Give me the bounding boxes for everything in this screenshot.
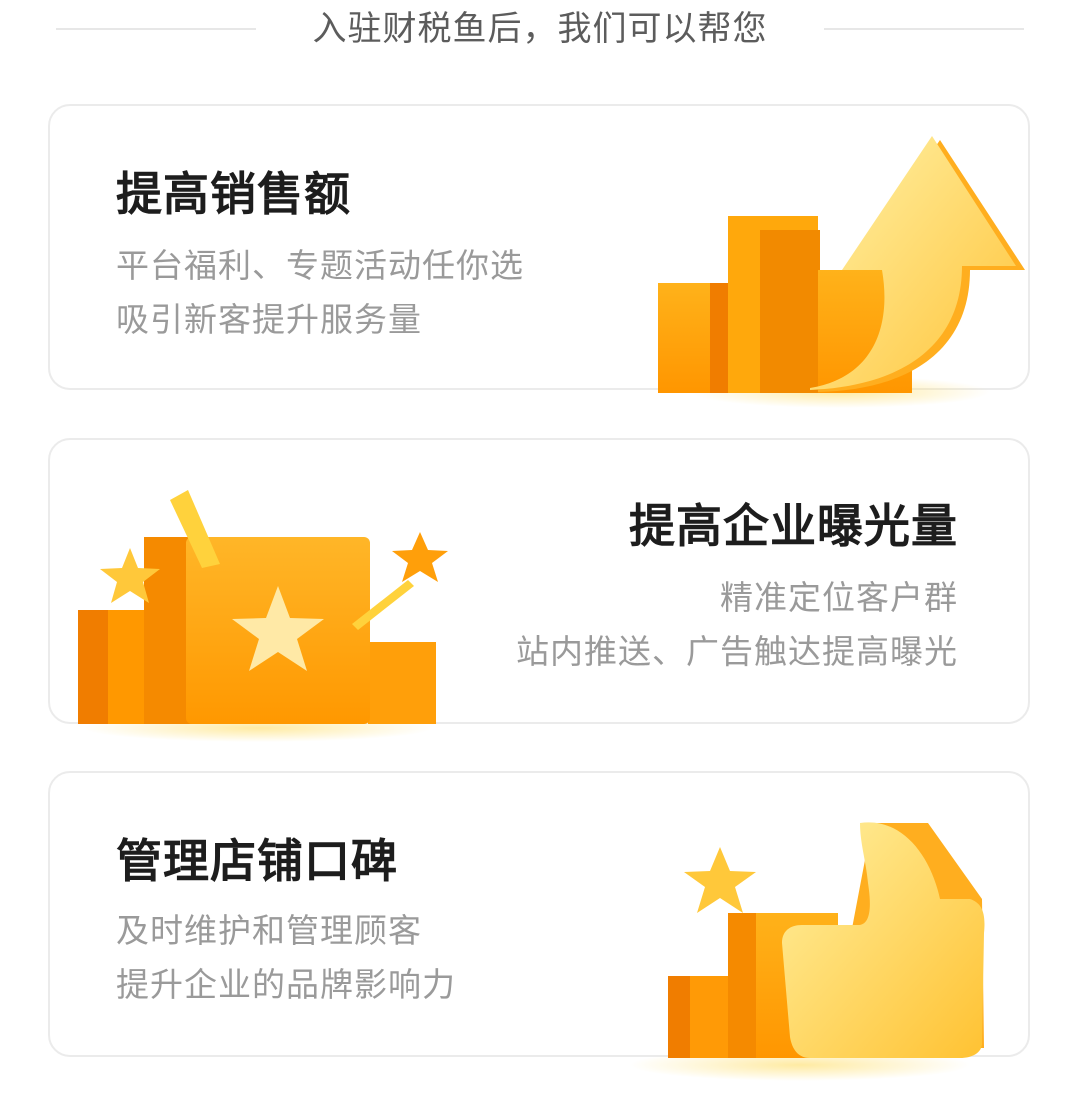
card-title: 提高企业曝光量 <box>629 499 958 553</box>
thumbs-up-star-icon <box>610 813 990 1103</box>
benefit-card-exposure: 提高企业曝光量 精准定位客户群 站内推送、广告触达提高曝光 <box>48 438 1030 742</box>
header-divider-right <box>824 28 1024 30</box>
card-description-line: 站内推送、广告触达提高曝光 <box>516 632 958 671</box>
card-description-line: 吸引新客提升服务量 <box>116 300 422 339</box>
star-podium-icon <box>68 490 468 760</box>
up-arrow-bar-chart-icon <box>650 120 1030 420</box>
card-description-line: 提升企业的品牌影响力 <box>116 965 456 1004</box>
card-description-line: 精准定位客户群 <box>720 578 958 617</box>
card-title: 提高销售额 <box>116 167 351 221</box>
section-header: 入驻财税鱼后，我们可以帮您 <box>0 0 1080 60</box>
header-divider-left <box>56 28 256 30</box>
card-title: 管理店铺口碑 <box>116 834 398 888</box>
section-title: 入驻财税鱼后，我们可以帮您 <box>312 9 768 49</box>
card-description-line: 及时维护和管理顾客 <box>116 911 422 950</box>
card-description-line: 平台福利、专题活动任你选 <box>116 246 524 285</box>
benefit-card-sales: 提高销售额 平台福利、专题活动任你选 吸引新客提升服务量 <box>48 104 1030 408</box>
benefit-card-reputation: 管理店铺口碑 及时维护和管理顾客 提升企业的品牌影响力 <box>48 771 1030 1081</box>
